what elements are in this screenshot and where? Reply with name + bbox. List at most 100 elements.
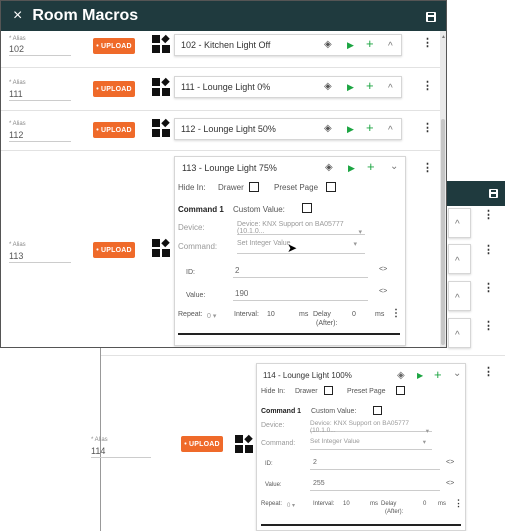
- macro-grid-icon: [152, 34, 170, 53]
- alias-label: * Alias: [9, 36, 26, 42]
- kebab-menu-icon[interactable]: ⋮: [483, 208, 494, 221]
- command-menu-icon[interactable]: ⋮: [454, 498, 463, 509]
- row-divider: [1, 67, 440, 68]
- custom-value-checkbox[interactable]: [373, 406, 382, 415]
- interval-value[interactable]: 10: [343, 501, 350, 507]
- chevron-up-icon[interactable]: ^: [388, 41, 393, 53]
- kebab-menu-icon[interactable]: ⋮: [422, 36, 433, 49]
- kebab-menu-icon[interactable]: ⋮: [483, 319, 494, 332]
- device-select[interactable]: Device: KNX Support on BA05777 (10.1.0..…: [310, 420, 432, 435]
- layers-icon[interactable]: ◈: [325, 162, 333, 174]
- macro-name[interactable]: 114 - Lounge Light 100%: [263, 371, 352, 380]
- alias-value[interactable]: 112: [9, 130, 23, 140]
- row-divider: [1, 150, 440, 151]
- play-icon[interactable]: ▶: [348, 162, 355, 174]
- alias-value[interactable]: 111: [9, 89, 23, 99]
- close-icon[interactable]: ×: [13, 7, 22, 25]
- command-menu-icon[interactable]: ⋮: [391, 308, 401, 319]
- title-bar: × Room Macros: [1, 1, 446, 31]
- alias-value[interactable]: 114: [91, 446, 105, 456]
- delay-label: Delay: [381, 501, 397, 507]
- preset-page-checkbox[interactable]: [396, 386, 405, 395]
- delay-unit: ms: [375, 311, 385, 318]
- scroll-up-icon[interactable]: ▲: [441, 34, 446, 40]
- play-icon[interactable]: ▶: [417, 370, 423, 382]
- alias-value[interactable]: 113: [9, 251, 23, 261]
- upload-button[interactable]: • UPLOAD: [93, 122, 135, 138]
- alias-value[interactable]: 102: [9, 44, 24, 54]
- interval-value[interactable]: 10: [267, 311, 275, 318]
- kebab-menu-icon[interactable]: ⋮: [422, 79, 433, 92]
- code-icon[interactable]: <>: [379, 266, 387, 273]
- code-icon[interactable]: <>: [446, 480, 454, 487]
- kebab-menu-icon[interactable]: ⋮: [483, 281, 494, 294]
- hide-in-label: Hide In:: [178, 183, 206, 192]
- page-title: Room Macros: [32, 7, 139, 24]
- add-icon[interactable]: +: [366, 78, 374, 93]
- layers-icon[interactable]: ◈: [324, 39, 332, 51]
- repeat-select[interactable]: 0 ▾: [207, 312, 216, 320]
- repeat-select[interactable]: 0 ▾: [287, 502, 295, 509]
- upload-button[interactable]: • UPLOAD: [93, 242, 135, 258]
- drawer-checkbox[interactable]: [249, 182, 259, 192]
- kebab-menu-icon[interactable]: ⋮: [483, 365, 494, 378]
- command-select[interactable]: Set Integer Value ▾: [310, 438, 432, 450]
- upload-button[interactable]: • UPLOAD: [93, 38, 135, 54]
- id-value[interactable]: 2: [313, 459, 317, 466]
- kebab-menu-icon[interactable]: ⋮: [422, 161, 433, 174]
- drawer-checkbox[interactable]: [324, 386, 333, 395]
- row-divider: [1, 110, 440, 111]
- value-value[interactable]: 255: [313, 480, 325, 487]
- upload-button[interactable]: • UPLOAD: [181, 436, 223, 452]
- chevron-up-icon[interactable]: ^: [388, 83, 393, 95]
- preset-page-label: Preset Page: [274, 183, 319, 192]
- id-value[interactable]: 2: [235, 266, 239, 275]
- chevron-down-icon[interactable]: ⌄: [390, 161, 398, 173]
- device-select[interactable]: Device: KNX Support on BA05777 (10.1.0..…: [237, 221, 365, 236]
- command-select[interactable]: Set Integer Value ▾: [237, 240, 365, 254]
- chevron-down-icon[interactable]: ⌄: [453, 368, 461, 380]
- alias-label: * Alias: [9, 121, 26, 127]
- scrollbar-thumb[interactable]: [441, 119, 445, 345]
- add-icon[interactable]: +: [366, 36, 374, 51]
- chevron-up-icon[interactable]: ^: [455, 293, 460, 305]
- custom-value-checkbox[interactable]: [302, 203, 312, 213]
- layers-icon[interactable]: ◈: [397, 370, 405, 382]
- code-icon[interactable]: <>: [379, 288, 387, 295]
- play-icon[interactable]: ▶: [347, 39, 354, 51]
- macro-name[interactable]: 112 - Lounge Light 50%: [181, 124, 276, 134]
- value-value[interactable]: 190: [235, 289, 248, 298]
- kebab-menu-icon[interactable]: ⋮: [483, 243, 494, 256]
- preset-page-checkbox[interactable]: [326, 182, 336, 192]
- save-icon[interactable]: [426, 12, 436, 22]
- repeat-label: Repeat:: [178, 311, 203, 318]
- add-icon[interactable]: +: [366, 120, 374, 135]
- chevron-up-icon[interactable]: ^: [455, 256, 460, 268]
- upload-button[interactable]: • UPLOAD: [93, 81, 135, 97]
- command-heading: Command 1: [178, 205, 224, 214]
- play-icon[interactable]: ▶: [347, 123, 354, 135]
- chevron-up-icon[interactable]: ^: [455, 219, 460, 231]
- delay-value[interactable]: 0: [423, 501, 426, 507]
- macro-name[interactable]: 102 - Kitchen Light Off: [181, 40, 270, 50]
- chevron-up-icon[interactable]: ^: [388, 125, 393, 137]
- command-label: Command:: [261, 440, 296, 447]
- macro-name[interactable]: 111 - Lounge Light 0%: [181, 82, 270, 92]
- layers-icon[interactable]: ◈: [324, 81, 332, 93]
- drawer-label: Drawer: [295, 388, 318, 395]
- alias-underline: [9, 262, 71, 263]
- command-label: Command:: [178, 242, 218, 251]
- chevron-up-icon[interactable]: ^: [455, 330, 460, 342]
- code-icon[interactable]: <>: [446, 459, 454, 466]
- after-label: (After):: [316, 320, 338, 327]
- layers-icon[interactable]: ◈: [324, 123, 332, 135]
- alias-label: * Alias: [91, 437, 108, 443]
- macro-name[interactable]: 113 - Lounge Light 75%: [182, 163, 277, 173]
- add-icon[interactable]: +: [367, 159, 375, 174]
- alias-underline: [9, 141, 71, 142]
- kebab-menu-icon[interactable]: ⋮: [422, 121, 433, 134]
- save-icon[interactable]: [489, 189, 498, 198]
- delay-value[interactable]: 0: [352, 311, 356, 318]
- play-icon[interactable]: ▶: [347, 81, 354, 93]
- add-icon[interactable]: +: [434, 367, 442, 382]
